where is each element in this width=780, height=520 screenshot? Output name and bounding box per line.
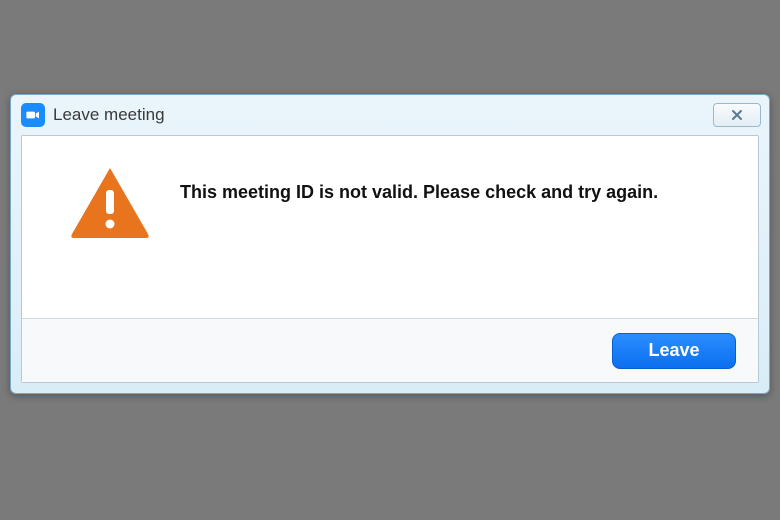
warning-icon: [70, 166, 150, 243]
leave-button[interactable]: Leave: [612, 333, 736, 369]
dialog-title: Leave meeting: [53, 105, 713, 125]
message-area: This meeting ID is not valid. Please che…: [22, 136, 758, 318]
close-button[interactable]: [713, 103, 761, 127]
zoom-app-icon: [21, 103, 45, 127]
close-icon: [730, 108, 744, 122]
leave-meeting-dialog: Leave meeting This meeting ID is not val…: [10, 94, 770, 394]
error-message: This meeting ID is not valid. Please che…: [180, 164, 658, 203]
button-bar: Leave: [22, 318, 758, 382]
title-bar: Leave meeting: [11, 95, 769, 135]
camera-icon: [25, 107, 41, 123]
content-panel: This meeting ID is not valid. Please che…: [21, 135, 759, 383]
